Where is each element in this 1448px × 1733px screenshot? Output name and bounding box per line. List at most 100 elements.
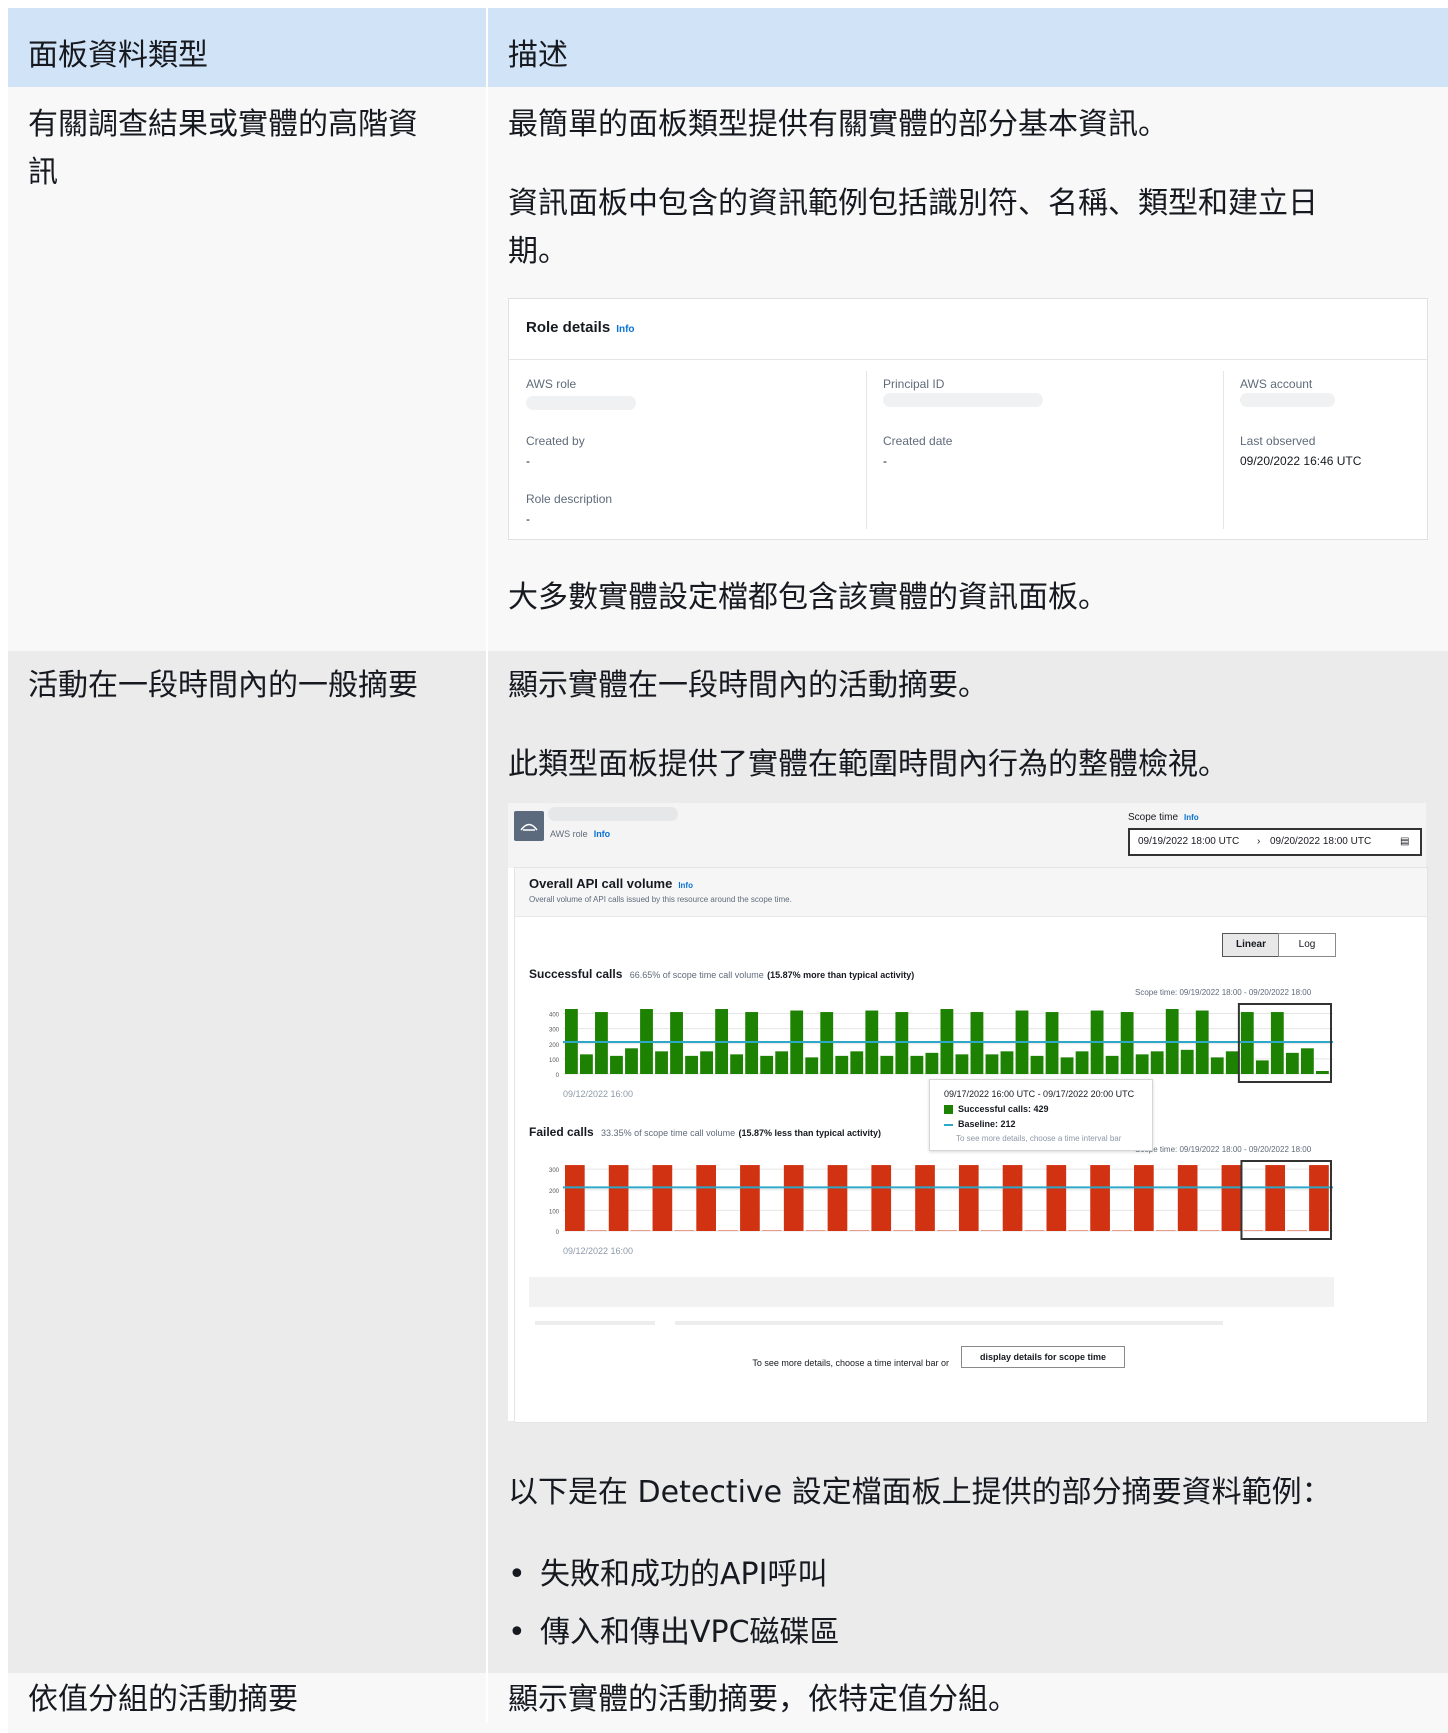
field-value: - [526,512,530,526]
bar [895,1012,909,1074]
paragraph: 顯示實體的活動摘要，依特定值分組。 [508,1682,1018,1717]
bar [805,1230,826,1231]
bar [1075,1051,1089,1074]
log-toggle[interactable]: Log [1278,933,1336,957]
field-label: AWS role [526,377,577,391]
bar [910,1055,924,1074]
legend-swatch [944,1105,953,1115]
display-details-button[interactable]: display details for scope time [961,1346,1125,1368]
bar [718,1230,738,1231]
bar [674,1230,695,1231]
bar [1287,1230,1307,1231]
successful-calls-chart[interactable]: 0 100 200 300 400 [525,998,1337,1090]
bar [1177,1165,1198,1231]
role-details-screenshot: Role details Info AWS role Principal ID A… [508,298,1428,540]
field-label: Last observed [1240,434,1316,448]
divider [1223,371,1224,529]
y-tick-label: 100 [549,1209,560,1215]
field-value: 09/20/2022 16:46 UTC [1240,454,1362,468]
y-tick-label: 200 [549,1043,560,1049]
bar [730,1054,744,1074]
footer-hint: To see more details, choose a time inter… [752,1358,949,1368]
y-tick-label: 0 [556,1073,560,1079]
bar [980,1230,1001,1231]
bar [580,1054,593,1074]
bar [1221,1165,1242,1231]
bar [1155,1230,1176,1231]
info-link[interactable]: Info [616,324,634,335]
bar [915,1165,935,1231]
scope-range-label: Scope time: 09/19/2022 18:00 - 09/20/202… [1135,988,1312,997]
redacted-value [1240,393,1335,407]
bar [805,1057,819,1074]
y-tick-label: 300 [549,1168,560,1174]
field-value: - [883,454,887,468]
field-label: Principal ID [883,377,945,391]
table-row: 依值分組的活動摘要 顯示實體的活動摘要，依特定值分組。 [8,1673,1448,1733]
bar [1255,1060,1269,1074]
field-value: - [526,454,530,468]
scope-time-picker[interactable]: 09/19/2022 18:00 UTC › 09/20/2022 18:00 … [1128,828,1422,856]
bar [1265,1165,1286,1231]
bar [1030,1055,1044,1074]
bar [625,1048,638,1074]
paragraph: 顯示實體在一段時間內的活動摘要。 [508,668,988,703]
field-label: Role description [526,492,613,506]
failed-calls-heading: Failed calls 33.35% of scope time call v… [529,1125,882,1139]
bar [630,1230,651,1231]
bar [1150,1051,1164,1074]
bar [849,1230,870,1231]
bar [1000,1051,1014,1074]
bar [1180,1049,1194,1074]
role-icon [514,811,544,841]
bar [1090,1165,1110,1231]
bar [985,1054,999,1074]
bar [700,1051,713,1074]
profile-header: AWS role Info Scope time Info 09/19/2022 1… [508,803,1426,868]
linear-toggle[interactable]: Linear [1222,933,1280,957]
scope-range-label: Scope time: 09/19/2022 18:00 - 09/20/202… [1135,1145,1312,1154]
info-link[interactable]: Info [678,881,693,890]
header-panel-type: 面板資料類型 [28,38,208,73]
redacted-value [883,393,1043,407]
row-label: 依值分組的活動摘要 [28,1682,298,1717]
bar [652,1165,673,1231]
panel-subtitle: Overall volume of API calls issued by th… [529,895,792,904]
bar [1240,1012,1254,1074]
chevron-right-icon: › [1257,836,1261,847]
role-details-title: Role details Info [526,319,635,336]
y-tick-label: 200 [549,1189,560,1195]
bar [655,1051,668,1074]
column-divider [486,8,488,1723]
bar [937,1230,957,1231]
bar [761,1230,782,1231]
paragraph: 資訊面板中包含的資訊範例包括識別符、名稱、類型和建立日 期。 [508,186,1318,269]
bar [745,1012,759,1074]
divider [509,359,1427,360]
bar [850,1051,864,1074]
bar [1068,1230,1089,1231]
bar [685,1055,698,1074]
bar [1300,1048,1314,1074]
bar [955,1054,969,1074]
details-table-placeholder [529,1277,1334,1307]
table-header: 面板資料類型 描述 [8,8,1448,87]
info-link[interactable]: Info [1184,813,1199,822]
bar [586,1230,607,1231]
bar [1285,1052,1299,1074]
bullet-item: • 失敗和成功的API呼叫 [508,1557,828,1592]
bar [1309,1165,1329,1231]
info-link[interactable]: Info [594,829,611,839]
successful-calls-heading: Successful calls 66.65% of scope time ca… [529,967,915,981]
x-start-label: 09/12/2022 16:00 [563,1089,634,1099]
scope-end: 09/20/2022 18:00 UTC [1270,836,1372,847]
redacted-value [526,396,636,410]
failed-calls-chart[interactable]: 0 100 200 300 [525,1155,1337,1247]
bar [1210,1057,1224,1074]
y-tick-label: 300 [549,1028,560,1034]
scope-time-label: Scope time Info [1128,812,1199,823]
bar [893,1230,913,1231]
bar [835,1055,849,1074]
bar [970,1012,984,1074]
activity-summary-screenshot: AWS role Info Scope time Info 09/19/2022 1… [508,803,1428,1423]
